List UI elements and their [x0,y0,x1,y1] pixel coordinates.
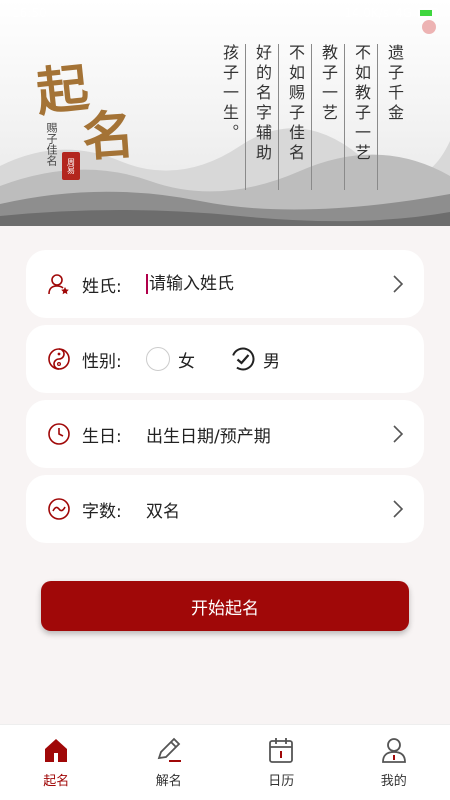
tab-profile[interactable]: 我的 [338,725,450,800]
gender-row: 性别: 女 男 [26,325,424,393]
calendar-icon [269,738,294,763]
female-option-label[interactable]: 女 [178,347,195,372]
tab-calendar[interactable]: 日历 [225,725,338,800]
seal-stamp: 周易 [62,152,80,180]
status-bar: 16:50 14.0K/s 4G [0,0,450,26]
chevron-right-icon [393,500,404,518]
birthday-label: 生日: [82,426,122,447]
chevron-right-icon [393,425,404,443]
yin-yang-icon [46,346,72,372]
gender-label: 性别: [82,351,122,372]
name-length-value: 双名 [146,501,180,522]
user-icon [381,738,406,763]
birthday-row[interactable]: 生日: 出生日期/预产期 [26,400,424,468]
surname-input[interactable] [149,274,349,294]
poem-line: 遗子千金 [377,44,410,190]
clock-icon [46,421,72,447]
tab-label: 解名 [155,774,182,789]
birthday-value: 出生日期/预产期 [146,426,271,447]
pen-icon [157,737,181,762]
status-time: 16:50 [12,6,47,20]
name-length-row[interactable]: 字数: 双名 [26,475,424,543]
tab-name-analysis[interactable]: 解名 [113,725,226,800]
radio-female[interactable] [146,347,170,371]
user-star-icon [46,271,72,297]
poem-text: 遗子千金 不如教子一艺 教子一艺 不如赐子佳名 好的名字辅助 孩子一生。 [213,44,410,190]
bottom-tab-bar: 起名 解名 日历 我的 [0,724,450,800]
poem-line: 孩子一生。 [220,44,239,144]
floating-dot-icon[interactable] [422,20,436,34]
wave-circle-icon [46,496,72,522]
start-naming-button[interactable]: 开始起名 [41,581,409,631]
male-option-label[interactable]: 男 [263,347,280,372]
poem-line: 教子一艺 [311,44,344,190]
tab-label: 我的 [380,774,407,789]
surname-label: 姓氏: [82,276,122,297]
battery-icon [418,8,438,18]
surname-row[interactable]: 姓氏: [26,250,424,318]
poem-line: 不如赐子佳名 [278,44,311,190]
naming-form: 姓氏: 性别: 女 男 生日: 出生日期/预产期 [26,250,424,550]
tab-label: 日历 [268,774,295,789]
poem-line: 不如教子一艺 [344,44,377,190]
network-speed: 14.0K/s [344,6,390,20]
radio-male-checked-icon[interactable] [231,347,255,371]
logo-subtitle: 赐子佳名 [45,122,58,166]
tab-label: 起名 [43,774,70,789]
home-icon [45,739,68,762]
logo-character-2: 名 [80,104,137,169]
tab-naming[interactable]: 起名 [0,725,113,800]
chevron-right-icon [393,275,404,293]
name-length-label: 字数: [82,501,122,522]
signal-type: 4G [395,6,412,20]
text-caret [146,274,148,294]
poem-line: 好的名字辅助 [245,44,278,190]
header-banner: 起 名 赐子佳名 周易 遗子千金 不如教子一艺 教子一艺 不如赐子佳名 好的名字… [0,0,450,226]
